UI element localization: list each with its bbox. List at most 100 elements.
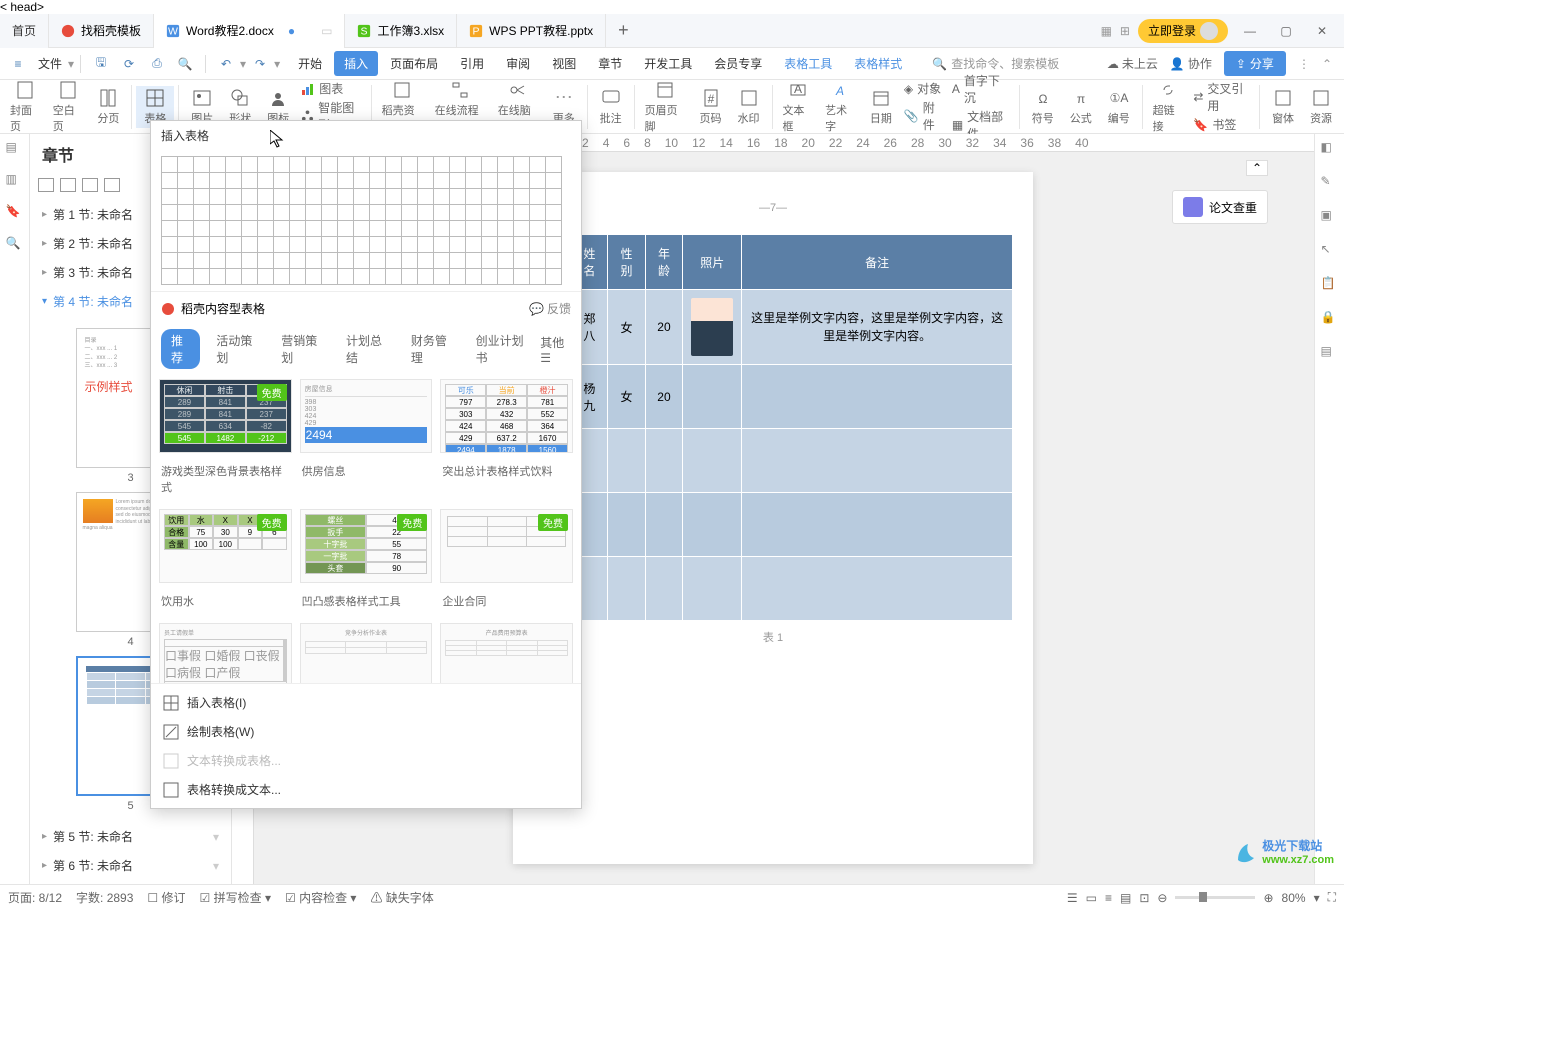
cmd-table-to-text[interactable]: 表格转换成文本...: [151, 775, 581, 804]
ribbon-break[interactable]: 分页: [89, 86, 127, 128]
palette-icon[interactable]: ◧: [1321, 140, 1339, 158]
cloud-status[interactable]: ☁未上云: [1107, 55, 1158, 72]
template-item[interactable]: 免费 饮用水XXX合格753096含量100100: [159, 509, 292, 583]
thumbnails-icon[interactable]: ▥: [6, 172, 24, 190]
section-6[interactable]: ▸第 6 节: 未命名▾: [30, 851, 231, 880]
menu-tab-table-tools[interactable]: 表格工具: [774, 51, 842, 76]
ribbon-date[interactable]: 日期: [862, 86, 900, 128]
template-item[interactable]: 免费: [440, 509, 573, 583]
word-count[interactable]: 字数: 2893: [76, 889, 133, 906]
menu-tab-review[interactable]: 审阅: [496, 51, 540, 76]
undo-icon[interactable]: ↶: [214, 52, 238, 76]
template-item[interactable]: 员工请假单口事假 口婚假 口丧假 口病假 口产假: [159, 623, 292, 683]
zoom-out-icon[interactable]: ⊖: [1157, 891, 1167, 905]
file-menu[interactable]: 文件: [32, 55, 68, 72]
ribbon-dropcap[interactable]: A首字下沉: [952, 72, 1011, 106]
table-row[interactable]: 郑八 女 20 这里是举例文字内容，这里是举例文字内容，这里是举例文字内容。: [534, 290, 1013, 365]
zoom-slider[interactable]: [1175, 896, 1255, 899]
collapse-button[interactable]: ⌃: [1246, 160, 1268, 176]
redo-icon[interactable]: ↷: [248, 52, 272, 76]
view-web-icon[interactable]: ☰: [1067, 891, 1078, 905]
cursor-icon[interactable]: ↖: [1321, 242, 1339, 260]
spell-toggle[interactable]: ☑ 拼写检查 ▾: [200, 889, 271, 906]
minimize-button[interactable]: —: [1236, 17, 1264, 45]
ribbon-symbol[interactable]: Ω符号: [1024, 86, 1062, 128]
fullscreen-icon[interactable]: ⛶: [1328, 890, 1336, 905]
ribbon-wordart[interactable]: A艺术字: [819, 78, 862, 136]
cat-finance[interactable]: 财务管理: [401, 329, 460, 369]
collapse-icon[interactable]: ⌃: [1322, 57, 1332, 71]
ribbon-number[interactable]: ①A编号: [1100, 86, 1138, 128]
menu-tab-start[interactable]: 开始: [288, 51, 332, 76]
tab-templates[interactable]: 找稻壳模板: [49, 14, 154, 48]
cat-activity[interactable]: 活动策划: [206, 329, 265, 369]
tab-word-doc[interactable]: W Word教程2.docx ● ▭: [154, 14, 345, 48]
template-item[interactable]: 免费 休闲射击水289841237289841237545634-8254514…: [159, 379, 292, 453]
ribbon-object[interactable]: ◈对象: [904, 80, 944, 97]
view-outline-icon[interactable]: ≡: [1105, 891, 1112, 905]
template-item[interactable]: 免费 螺丝42扳手22十字批55一字批78头套90: [300, 509, 433, 583]
close-button[interactable]: ✕: [1308, 17, 1336, 45]
template-item[interactable]: 竞争分析作业表: [300, 623, 433, 683]
protect-icon[interactable]: 🔒: [1321, 310, 1339, 328]
section-5[interactable]: ▸第 5 节: 未命名▾: [30, 822, 231, 851]
tool-4[interactable]: [104, 178, 120, 192]
coop-button[interactable]: 👤协作: [1170, 55, 1212, 72]
new-tab-button[interactable]: +: [606, 20, 641, 41]
more-icon[interactable]: ⋮: [1298, 57, 1310, 71]
save-icon[interactable]: 🖫: [89, 52, 113, 76]
ribbon-equation[interactable]: π公式: [1062, 86, 1100, 128]
menu-tab-chapter[interactable]: 章节: [588, 51, 632, 76]
maximize-button[interactable]: ▢: [1272, 17, 1300, 45]
cat-other[interactable]: 其他 ☰: [540, 334, 571, 365]
ribbon-resource[interactable]: 资源: [1302, 86, 1340, 128]
cat-marketing[interactable]: 营销策划: [271, 329, 330, 369]
zoom-in-icon[interactable]: ⊕: [1263, 891, 1273, 905]
print-icon[interactable]: ⎙: [145, 52, 169, 76]
share-button[interactable]: ⇪分享: [1224, 51, 1286, 76]
tab-ppt[interactable]: P WPS PPT教程.pptx: [457, 14, 606, 48]
find-icon[interactable]: 🔍: [6, 236, 24, 254]
menu-tab-insert[interactable]: 插入: [334, 51, 378, 76]
ribbon-pagenum[interactable]: #页码: [692, 86, 730, 128]
ribbon-attach[interactable]: 📎附件: [904, 99, 944, 133]
missing-font[interactable]: ⚠ 缺失字体: [370, 889, 433, 906]
ribbon-comment[interactable]: 批注: [592, 86, 630, 128]
style-icon[interactable]: ✎: [1321, 174, 1339, 192]
view-fit-icon[interactable]: ⊡: [1139, 891, 1149, 905]
menu-tab-vip[interactable]: 会员专享: [704, 51, 772, 76]
view-page-icon[interactable]: ▭: [1086, 891, 1097, 905]
ribbon-form[interactable]: 窗体: [1264, 86, 1302, 128]
tab-excel[interactable]: S 工作簿3.xlsx: [345, 14, 457, 48]
tool-2[interactable]: [60, 178, 76, 192]
ribbon-crossref[interactable]: ⇄交叉引用: [1193, 80, 1251, 114]
bookmark-icon[interactable]: 🔖: [6, 204, 24, 222]
table-row[interactable]: [534, 493, 1013, 557]
cat-plan[interactable]: 计划总结: [336, 329, 395, 369]
feedback-button[interactable]: 💬反馈: [529, 300, 571, 317]
command-search[interactable]: 🔍 查找命令、搜索模板: [932, 55, 1059, 72]
ribbon-header[interactable]: 页眉页脚: [639, 78, 692, 136]
cell-age[interactable]: 20: [645, 290, 683, 365]
panel-icon[interactable]: ▤: [1321, 344, 1339, 362]
menu-tab-ref[interactable]: 引用: [450, 51, 494, 76]
cell-age[interactable]: 20: [645, 365, 683, 429]
ribbon-blank[interactable]: 空白页: [47, 78, 90, 136]
clipboard-icon[interactable]: 📋: [1321, 276, 1339, 294]
template-item[interactable]: 可乐当前橙汁797278.378130343255242446836442963…: [440, 379, 573, 453]
table-row[interactable]: 杨九 女 20: [534, 365, 1013, 429]
cell-gender[interactable]: 女: [608, 290, 645, 365]
table-row[interactable]: [534, 429, 1013, 493]
cat-business[interactable]: 创业计划书: [466, 329, 535, 369]
cmd-insert-table[interactable]: 插入表格(I): [151, 688, 581, 717]
ribbon-watermark[interactable]: 水印: [730, 86, 768, 128]
refresh-icon[interactable]: ⟳: [117, 52, 141, 76]
page-status[interactable]: 页面: 8/12: [8, 889, 62, 906]
menu-tab-view[interactable]: 视图: [542, 51, 586, 76]
ribbon-bookmark[interactable]: 🔖书签: [1193, 116, 1251, 133]
ribbon-link[interactable]: 超链接: [1147, 78, 1190, 136]
menu-tab-layout[interactable]: 页面布局: [380, 51, 448, 76]
grid-icon[interactable]: ▦: [1101, 24, 1112, 38]
cell-note[interactable]: 这里是举例文字内容，这里是举例文字内容，这里是举例文字内容。: [742, 290, 1013, 365]
cmd-draw-table[interactable]: 绘制表格(W): [151, 717, 581, 746]
